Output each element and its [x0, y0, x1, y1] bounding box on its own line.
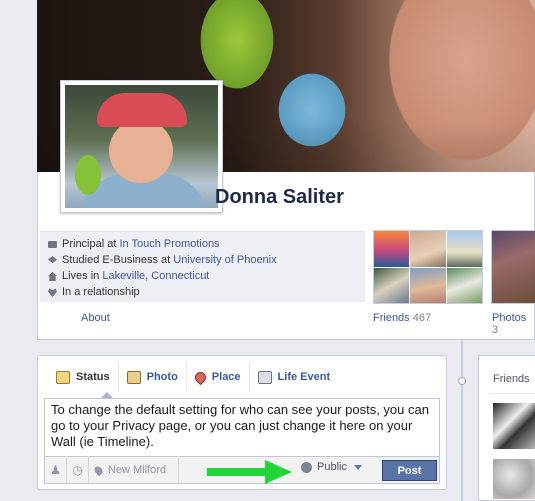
- photos-tab-label[interactable]: Photos 3: [492, 312, 535, 336]
- photo-icon: [126, 370, 141, 384]
- info-work-link[interactable]: In Touch Promotions: [119, 238, 219, 250]
- location-text: New Milford: [108, 464, 167, 476]
- tab-photo-label: Photo: [146, 371, 178, 383]
- chevron-down-icon: [353, 464, 362, 470]
- status-icon: [56, 370, 70, 384]
- info-relationship: In a relationship: [48, 284, 365, 300]
- house-icon: [48, 272, 57, 281]
- tab-photo[interactable]: Photo: [119, 362, 187, 392]
- friend-thumb[interactable]: [410, 231, 446, 267]
- add-date-button[interactable]: ◷: [67, 456, 89, 484]
- heart-icon: [48, 288, 57, 297]
- profile-name[interactable]: Donna Saliter: [215, 186, 344, 209]
- briefcase-icon: [48, 241, 57, 248]
- photos-tab-text: Photos: [492, 312, 527, 324]
- photos-count: 3: [492, 324, 499, 336]
- friend-thumb[interactable]: [374, 267, 410, 303]
- info-location: Lives in Lakeville, Connecticut: [48, 268, 365, 284]
- photos-thumbnail[interactable]: [491, 230, 535, 304]
- clock-icon: ◷: [72, 463, 83, 477]
- info-location-prefix: Lives in: [62, 270, 103, 282]
- divider: [489, 393, 535, 394]
- profile-picture-hat: [97, 93, 187, 127]
- friend-thumb[interactable]: [446, 267, 482, 303]
- friends-tab-label[interactable]: Friends 467: [373, 312, 431, 324]
- profile-info-box: Principal at In Touch Promotions Studied…: [40, 231, 365, 302]
- tab-place[interactable]: Place: [187, 362, 250, 392]
- profile-picture-bird: [75, 155, 101, 195]
- tab-life-event-label: Life Event: [277, 371, 331, 383]
- location-pin-icon: [92, 464, 105, 476]
- friend-thumb[interactable]: [410, 267, 446, 303]
- tab-status-label: Status: [76, 371, 110, 383]
- info-location-link[interactable]: Lakeville, Connecticut: [102, 270, 209, 282]
- friends-tab-text: Friends: [373, 312, 410, 324]
- info-work-prefix: Principal at: [62, 238, 120, 250]
- tag-friends-button[interactable]: ♟: [45, 456, 67, 484]
- timeline-dot[interactable]: [458, 377, 466, 385]
- tab-status[interactable]: Status: [48, 362, 119, 392]
- info-relationship-text: In a relationship: [62, 286, 140, 298]
- info-education: Studied E-Business at University of Phoe…: [48, 252, 365, 268]
- arrow-shape: [207, 460, 292, 484]
- tab-place-label: Place: [211, 371, 241, 383]
- add-person-icon: ♟: [50, 463, 61, 477]
- profile-picture-image: [65, 85, 218, 208]
- green-arrow-annotation: [207, 460, 292, 484]
- tab-life-event[interactable]: Life Event: [250, 362, 339, 392]
- location-input[interactable]: New Milford: [89, 456, 179, 484]
- friends-sidebar-box: Friends: [478, 355, 535, 501]
- friend-avatar[interactable]: [493, 403, 535, 449]
- globe-icon: [301, 461, 312, 473]
- friends-sidebar-title[interactable]: Friends: [493, 373, 530, 385]
- info-education-prefix: Studied E-Business at: [62, 254, 174, 266]
- status-textarea[interactable]: To change the default setting for who ca…: [44, 398, 440, 456]
- friends-thumbnail-grid[interactable]: [373, 230, 483, 304]
- info-work: Principal at In Touch Promotions: [48, 236, 365, 252]
- friends-count: 467: [412, 312, 432, 324]
- privacy-label: Public: [317, 461, 347, 473]
- profile-picture-face: [109, 119, 173, 183]
- place-pin-icon: [192, 369, 209, 385]
- timeline-spine: [461, 340, 463, 501]
- privacy-selector[interactable]: Public: [301, 461, 362, 473]
- post-button[interactable]: Post: [382, 460, 437, 481]
- friend-avatar[interactable]: [493, 459, 535, 499]
- friend-thumb[interactable]: [446, 231, 482, 267]
- friend-thumb[interactable]: [374, 231, 410, 267]
- about-link[interactable]: About: [81, 312, 110, 324]
- profile-picture[interactable]: [60, 80, 223, 213]
- composer-tabs: Status Photo Place Life Event: [48, 362, 338, 392]
- graduation-cap-icon: [48, 256, 57, 264]
- info-education-link[interactable]: University of Phoenix: [173, 254, 276, 266]
- life-event-icon: [257, 370, 272, 384]
